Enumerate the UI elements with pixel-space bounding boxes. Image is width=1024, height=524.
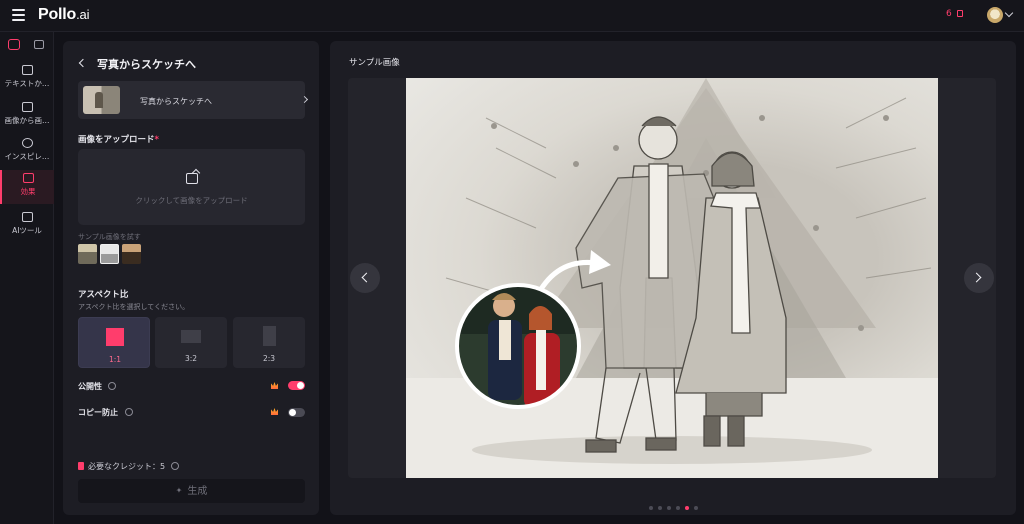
chevron-down-icon[interactable] [1004,8,1014,18]
required-credits-label: 必要なクレジット： [88,462,160,471]
tool-name: 写真からスケッチへ [140,97,212,106]
preview-title: サンプル画像 [349,58,400,68]
sample-images-label: サンプル画像を試す [78,233,141,241]
generate-button[interactable]: ✦ 生成 [78,479,305,503]
sidebar: テキストか… 画像から画… インスピレ… 効果 AIツール [0,32,54,524]
preview-panel: サンプル画像 [330,41,1016,515]
sparkle-icon: ✦ [175,486,183,495]
credits-badge[interactable]: 6 [946,9,963,19]
info-icon[interactable] [125,408,133,416]
logo-text: Pollo [38,6,77,23]
copy-protect-label: コピー防止 [78,408,118,417]
aspect-option-label: 1:1 [108,355,122,364]
aspect-option-label: 2:3 [262,354,276,363]
sample-image-2[interactable] [100,244,119,264]
avatar[interactable] [987,7,1003,23]
aspect-option-2-3[interactable]: 2:3 [233,317,305,368]
credits-count: 6 [946,9,952,19]
tool-thumbnail [83,86,120,114]
sketch-illustration [406,78,938,478]
top-bar: Pollo.ai 6 [0,0,1024,32]
sidebar-item-inspiration[interactable]: インスピレ… [0,135,54,169]
carousel-prev-button[interactable] [350,263,380,293]
upload-hint: クリックして画像をアップロード [135,196,248,205]
sidebar-item-label: インスピレ… [4,152,50,161]
sidebar-item-label: 効果 [20,187,36,196]
sample-image-3[interactable] [122,244,141,264]
carousel-dot[interactable] [684,506,689,510]
chevron-left-icon [361,272,372,283]
sidebar-item-image-to-image[interactable]: 画像から画… [0,99,54,133]
coin-icon [956,10,963,17]
landscape-shape-icon [181,330,201,343]
aspect-option-label: 3:2 [184,354,198,363]
chevron-right-icon [300,95,309,104]
app-logo[interactable]: Pollo.ai [38,6,89,24]
aspect-option-1-1[interactable]: 1:1 [78,317,150,368]
info-icon[interactable] [108,382,116,390]
carousel-next-button[interactable] [964,263,994,293]
coin-icon [78,462,84,470]
preview-stage [348,78,996,478]
ai-tools-icon [21,212,33,222]
required-credits-value: 5 [160,462,166,471]
effects-icon [22,173,34,183]
public-label: 公開性 [78,382,102,391]
sidebar-item-text-to-image[interactable]: テキストか… [0,62,54,96]
compass-icon [21,138,33,148]
aspect-option-3-2[interactable]: 3:2 [155,317,227,368]
carousel-dot[interactable] [657,506,662,510]
premium-crown-icon [271,408,278,415]
sidebar-item-label: AIツール [12,226,42,235]
upload-dropzone[interactable]: クリックして画像をアップロード [78,149,305,225]
aspect-ratio-title: アスペクト比 [78,290,129,300]
aspect-ratio-subtitle: アスペクト比を選択してください。 [78,303,190,311]
logo-suffix: .ai [76,7,90,22]
sidebar-item-effects[interactable]: 効果 [0,170,54,204]
sidebar-item-label: テキストか… [4,79,50,88]
settings-panel: 写真からスケッチへ 写真からスケッチへ 画像をアップロード* クリックして画像を… [63,41,319,515]
tool-selector[interactable]: 写真からスケッチへ [78,81,309,119]
upload-title-text: 画像をアップロード [78,135,155,145]
sidebar-item-label: 画像から画… [4,116,50,125]
sample-image-1[interactable] [78,244,97,264]
carousel-dot[interactable] [666,506,671,510]
video-mode-icon[interactable] [34,40,44,49]
sample-sketch-image [406,78,938,478]
page-title: 写真からスケッチへ [97,58,196,71]
chevron-right-icon [971,272,982,283]
generate-label: 生成 [187,486,208,497]
image-mode-icon[interactable] [8,39,20,50]
toggle-knob [289,409,296,416]
carousel-dots [330,495,1016,514]
required-credits: 必要なクレジット：5 [78,461,179,472]
sidebar-item-ai-tools[interactable]: AIツール [0,209,54,243]
required-mark: * [154,135,159,145]
public-toggle[interactable] [288,381,305,390]
carousel-dot[interactable] [675,506,680,510]
copy-protect-toggle[interactable] [288,408,305,417]
hamburger-menu-icon[interactable] [12,9,25,21]
toggle-knob [297,382,304,389]
image-upload-icon [186,173,198,184]
info-icon[interactable] [170,462,179,470]
text-to-image-icon [21,65,33,75]
premium-crown-icon [271,382,278,389]
upload-section-title: 画像をアップロード* [78,133,159,145]
back-arrow-icon[interactable] [78,58,88,68]
image-to-image-icon [21,102,33,112]
square-shape-icon [106,328,124,346]
carousel-dot[interactable] [693,506,698,510]
portrait-shape-icon [263,326,276,346]
carousel-dot[interactable] [648,506,653,510]
